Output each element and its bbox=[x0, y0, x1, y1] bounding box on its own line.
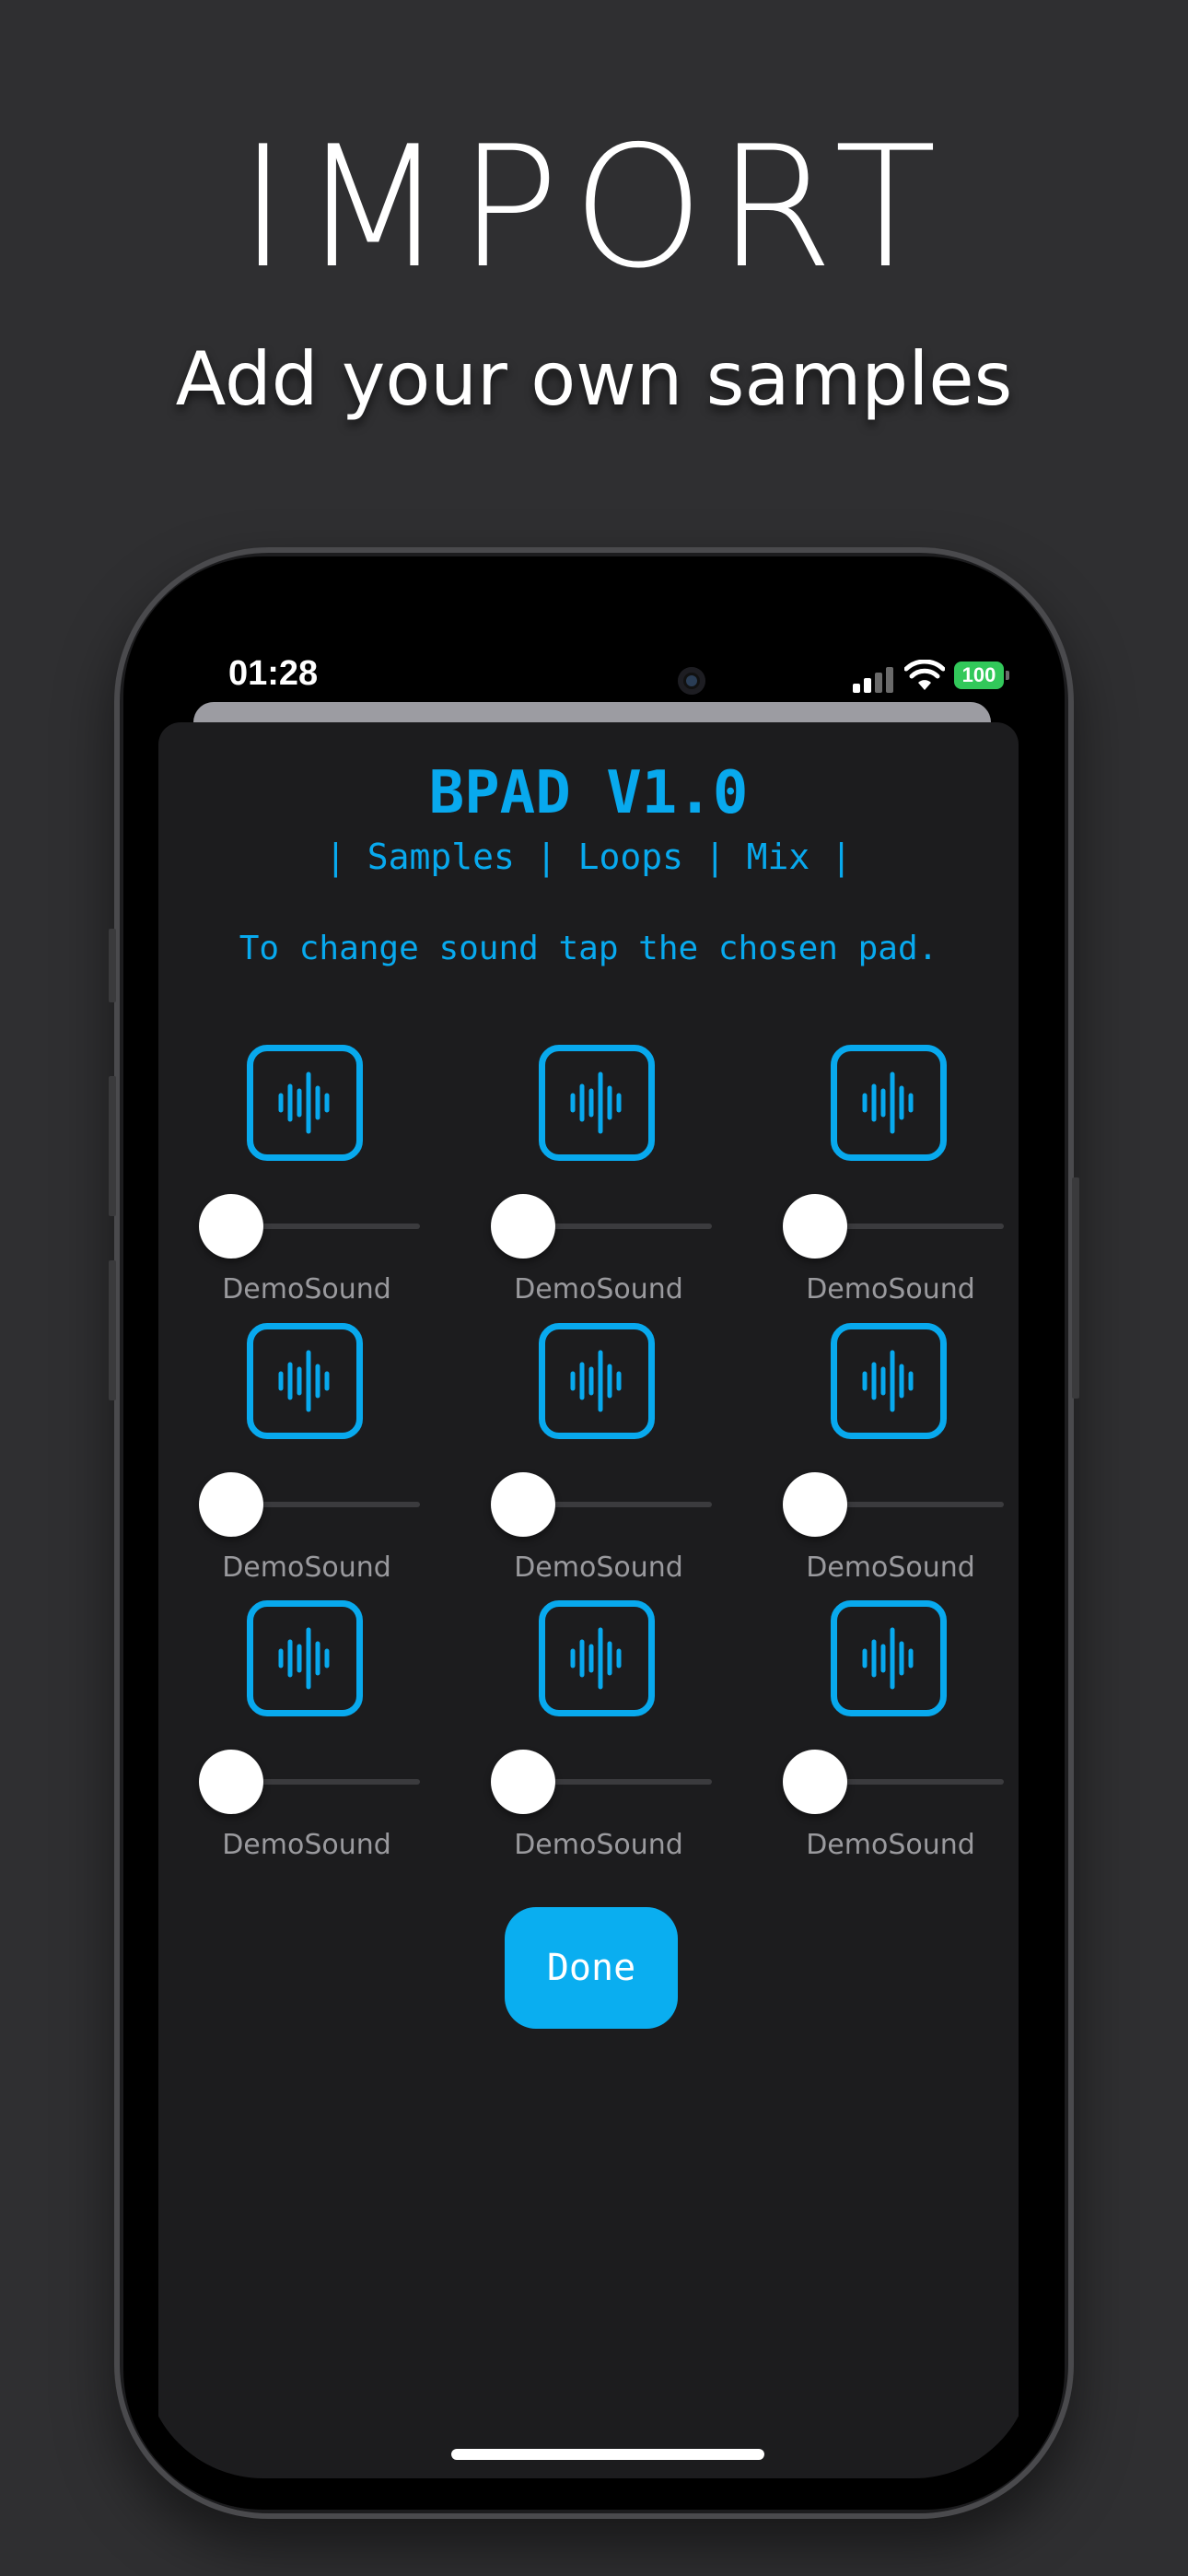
volume-down-button bbox=[109, 1260, 116, 1400]
battery-icon: 100 bbox=[954, 662, 1009, 689]
slider-thumb[interactable] bbox=[199, 1750, 263, 1814]
volume-slider[interactable] bbox=[199, 1750, 420, 1814]
slider-thumb[interactable] bbox=[491, 1194, 555, 1259]
pad-cell-6: DemoSound bbox=[783, 1323, 1022, 1599]
waveform-icon bbox=[862, 1627, 914, 1690]
nav-bar: | Samples | Loops | Mix | bbox=[158, 837, 1019, 877]
pad-button[interactable] bbox=[831, 1600, 947, 1716]
pad-label: DemoSound bbox=[222, 1829, 391, 1861]
import-sheet: BPAD V1.0 | Samples | Loops | Mix | To c… bbox=[158, 722, 1019, 2478]
done-button[interactable]: Done bbox=[505, 1907, 678, 2029]
status-time: 01:28 bbox=[228, 654, 319, 693]
front-camera bbox=[678, 667, 705, 695]
volume-slider[interactable] bbox=[199, 1194, 420, 1259]
nav-loops-link[interactable]: Loops bbox=[578, 837, 683, 877]
promo-headline: IMPORT bbox=[238, 110, 950, 305]
nav-samples-link[interactable]: Samples bbox=[367, 837, 515, 877]
volume-slider[interactable] bbox=[491, 1194, 712, 1259]
volume-slider[interactable] bbox=[491, 1750, 712, 1814]
pad-button[interactable] bbox=[831, 1045, 947, 1161]
nav-separator: | bbox=[831, 837, 853, 877]
pad-button[interactable] bbox=[831, 1323, 947, 1439]
pad-label: DemoSound bbox=[514, 1551, 683, 1584]
cellular-signal-icon bbox=[853, 665, 895, 693]
volume-slider[interactable] bbox=[199, 1472, 420, 1537]
app-title: BPAD V1.0 bbox=[428, 759, 749, 827]
pad-button[interactable] bbox=[247, 1323, 363, 1439]
pad-label: DemoSound bbox=[806, 1829, 975, 1861]
pad-button[interactable] bbox=[539, 1323, 655, 1439]
pad-cell-2: DemoSound bbox=[491, 1045, 730, 1321]
pad-cell-3: DemoSound bbox=[783, 1045, 1022, 1321]
wifi-icon bbox=[904, 660, 945, 690]
phone-frame: 01:28 100 BPAD V1.0 | Samples | Loops | … bbox=[109, 547, 1079, 2519]
pad-label: DemoSound bbox=[222, 1273, 391, 1306]
slider-thumb[interactable] bbox=[199, 1472, 263, 1537]
pad-cell-8: DemoSound bbox=[491, 1600, 730, 1877]
slider-thumb[interactable] bbox=[491, 1750, 555, 1814]
pad-label: DemoSound bbox=[514, 1273, 683, 1306]
power-button bbox=[1072, 1177, 1079, 1399]
waveform-icon bbox=[278, 1627, 330, 1690]
waveform-icon bbox=[570, 1350, 622, 1412]
nav-mix-link[interactable]: Mix bbox=[747, 837, 810, 877]
pad-button[interactable] bbox=[247, 1600, 363, 1716]
pad-button[interactable] bbox=[539, 1045, 655, 1161]
slider-thumb[interactable] bbox=[783, 1750, 847, 1814]
pad-label: DemoSound bbox=[806, 1551, 975, 1584]
instruction-text: To change sound tap the chosen pad. bbox=[239, 930, 938, 967]
home-indicator bbox=[451, 2449, 764, 2460]
phone-screen: 01:28 100 BPAD V1.0 | Samples | Loops | … bbox=[144, 577, 1033, 2478]
volume-slider[interactable] bbox=[783, 1750, 1004, 1814]
slider-thumb[interactable] bbox=[783, 1194, 847, 1259]
pad-label: DemoSound bbox=[806, 1273, 975, 1306]
slider-thumb[interactable] bbox=[199, 1194, 263, 1259]
pad-cell-1: DemoSound bbox=[199, 1045, 438, 1321]
pad-button[interactable] bbox=[247, 1045, 363, 1161]
volume-slider[interactable] bbox=[783, 1472, 1004, 1537]
pad-cell-4: DemoSound bbox=[199, 1323, 438, 1599]
nav-separator: | bbox=[704, 837, 726, 877]
volume-slider[interactable] bbox=[491, 1472, 712, 1537]
waveform-icon bbox=[278, 1350, 330, 1412]
promo-subline: Add your own samples bbox=[175, 336, 1013, 422]
waveform-icon bbox=[278, 1071, 330, 1134]
waveform-icon bbox=[862, 1071, 914, 1134]
slider-thumb[interactable] bbox=[491, 1472, 555, 1537]
pad-cell-7: DemoSound bbox=[199, 1600, 438, 1877]
pad-label: DemoSound bbox=[222, 1551, 391, 1584]
volume-up-button bbox=[109, 1076, 116, 1216]
pad-cell-9: DemoSound bbox=[783, 1600, 1022, 1877]
nav-separator: | bbox=[535, 837, 557, 877]
pad-cell-5: DemoSound bbox=[491, 1323, 730, 1599]
waveform-icon bbox=[570, 1627, 622, 1690]
waveform-icon bbox=[570, 1071, 622, 1134]
volume-slider[interactable] bbox=[783, 1194, 1004, 1259]
slider-thumb[interactable] bbox=[783, 1472, 847, 1537]
waveform-icon bbox=[862, 1350, 914, 1412]
action-button bbox=[109, 929, 116, 1002]
nav-separator: | bbox=[324, 837, 346, 877]
pad-button[interactable] bbox=[539, 1600, 655, 1716]
pad-label: DemoSound bbox=[514, 1829, 683, 1861]
